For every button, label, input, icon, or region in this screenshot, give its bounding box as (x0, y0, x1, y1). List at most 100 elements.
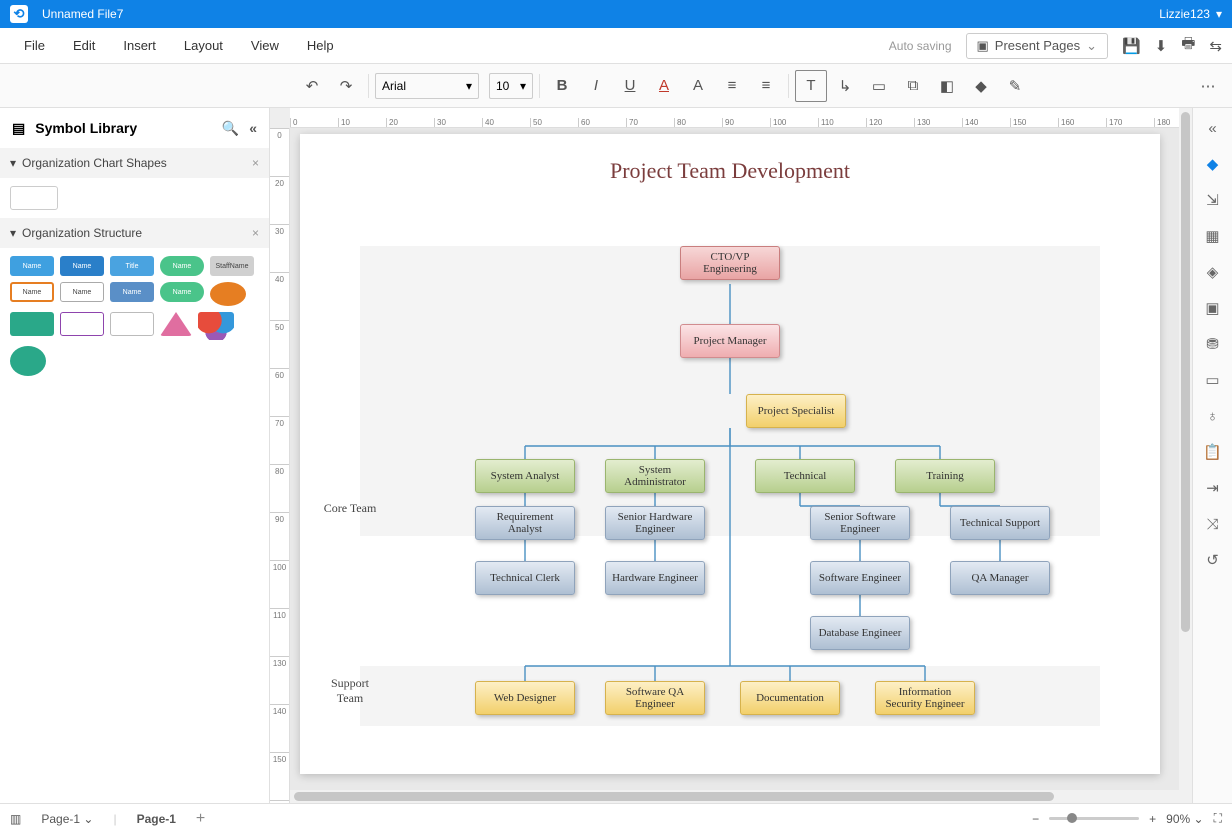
arrange-button[interactable]: ◧ (931, 70, 963, 102)
node-sr-hw[interactable]: Senior Hardware Engineer (605, 506, 705, 540)
shape-thumb[interactable]: Name (10, 282, 54, 302)
shape-thumb[interactable] (160, 312, 192, 336)
node-sys-admin[interactable]: System Administrator (605, 459, 705, 493)
image-panel-icon[interactable]: ▭ (1203, 370, 1223, 390)
node-cto[interactable]: CTO/VP Engineering (680, 246, 780, 280)
node-tech-support[interactable]: Technical Support (950, 506, 1050, 540)
node-sys-analyst[interactable]: System Analyst (475, 459, 575, 493)
zoom-out-button[interactable]: − (1032, 812, 1039, 826)
layers-panel-icon[interactable]: ◈ (1203, 262, 1223, 282)
page-dropdown[interactable]: Page-1 ⌄ (37, 810, 97, 828)
fill-button[interactable]: ◆ (965, 70, 997, 102)
node-tech-clerk[interactable]: Technical Clerk (475, 561, 575, 595)
zoom-in-button[interactable]: + (1149, 812, 1156, 826)
palette-section-org-structure[interactable]: ▾ Organization Structure × (0, 218, 269, 248)
node-sr-sw[interactable]: Senior Software Engineer (810, 506, 910, 540)
shuffle-panel-icon[interactable]: ⤨ (1203, 514, 1223, 534)
menu-view[interactable]: View (237, 38, 293, 53)
text-tool-button[interactable]: T (795, 70, 827, 102)
menu-layout[interactable]: Layout (170, 38, 237, 53)
arrange-panel-icon[interactable]: ⇥ (1203, 478, 1223, 498)
present-panel-icon[interactable]: ▣ (1203, 298, 1223, 318)
download-icon[interactable]: ⬇ (1155, 37, 1168, 55)
zoom-slider[interactable] (1049, 817, 1139, 820)
highlight-button[interactable]: A (682, 70, 714, 102)
export-panel-icon[interactable]: ⇲ (1203, 190, 1223, 210)
zoom-level[interactable]: 90% ⌄ (1166, 812, 1203, 826)
shape-thumb[interactable] (10, 186, 58, 210)
node-doc[interactable]: Documentation (740, 681, 840, 715)
shape-thumb[interactable]: Title (110, 256, 154, 276)
shape-thumb[interactable] (198, 312, 234, 340)
collapse-sidebar-icon[interactable]: « (249, 120, 257, 137)
redo-button[interactable]: ↷ (330, 70, 362, 102)
node-db-eng[interactable]: Database Engineer (810, 616, 910, 650)
print-icon[interactable]: 🖶 (1181, 33, 1195, 58)
font-color-button[interactable]: A (648, 70, 680, 102)
shape-thumb[interactable] (10, 346, 46, 376)
connector-button[interactable]: ↳ (829, 70, 861, 102)
node-req-analyst[interactable]: Requirement Analyst (475, 506, 575, 540)
shape-thumb[interactable]: Name (10, 256, 54, 276)
shape-thumb[interactable]: Name (160, 282, 204, 302)
node-hw-eng[interactable]: Hardware Engineer (605, 561, 705, 595)
italic-button[interactable]: I (580, 70, 612, 102)
more-options-button[interactable]: ⋯ (1192, 70, 1224, 102)
scrollbar-horizontal[interactable] (290, 790, 1179, 803)
node-qa-mgr[interactable]: QA Manager (950, 561, 1050, 595)
node-sw-eng[interactable]: Software Engineer (810, 561, 910, 595)
collapse-panel-icon[interactable]: « (1203, 118, 1223, 138)
group-button[interactable]: ⧉ (897, 70, 929, 102)
node-technical[interactable]: Technical (755, 459, 855, 493)
diagram-title[interactable]: Project Team Development (300, 134, 1160, 196)
bold-button[interactable]: B (546, 70, 578, 102)
close-icon[interactable]: × (252, 226, 259, 240)
fullscreen-button[interactable]: ⛶ (1214, 811, 1222, 826)
node-pm[interactable]: Project Manager (680, 324, 780, 358)
shape-thumb[interactable]: Name (110, 282, 154, 302)
user-menu[interactable]: Lizzie123 ▾ (1159, 7, 1222, 21)
font-family-select[interactable]: Arial▾ (375, 73, 479, 99)
palette-section-org-chart[interactable]: ▾ Organization Chart Shapes × (0, 148, 269, 178)
shape-thumb[interactable]: Name (60, 256, 104, 276)
align-center-button[interactable]: ≡ (750, 70, 782, 102)
shape-button[interactable]: ▭ (863, 70, 895, 102)
node-training[interactable]: Training (895, 459, 995, 493)
search-icon[interactable]: 🔍 (222, 120, 239, 137)
font-size-select[interactable]: 10▾ (489, 73, 533, 99)
shape-thumb[interactable]: Name (60, 282, 104, 302)
close-icon[interactable]: × (252, 156, 259, 170)
tree-panel-icon[interactable]: ♁ (1203, 406, 1223, 426)
clipboard-panel-icon[interactable]: 📋 (1203, 442, 1223, 462)
history-panel-icon[interactable]: ↺ (1203, 550, 1223, 570)
node-info-sec[interactable]: Information Security Engineer (875, 681, 975, 715)
share-icon[interactable]: ⇆ (1209, 37, 1222, 55)
data-panel-icon[interactable]: ⛃ (1203, 334, 1223, 354)
shape-thumb[interactable] (60, 312, 104, 336)
node-web-des[interactable]: Web Designer (475, 681, 575, 715)
menu-help[interactable]: Help (293, 38, 348, 53)
canvas-viewport[interactable]: Project Team Development Core Team Suppo… (290, 128, 1232, 803)
brush-button[interactable]: ✎ (999, 70, 1031, 102)
align-left-button[interactable]: ≡ (716, 70, 748, 102)
page-tab-current[interactable]: Page-1 (133, 810, 180, 828)
pages-menu-icon[interactable]: ▥ (10, 812, 21, 826)
shape-thumb[interactable] (110, 312, 154, 336)
node-sw-qa[interactable]: Software QA Engineer (605, 681, 705, 715)
grid-panel-icon[interactable]: ▦ (1203, 226, 1223, 246)
underline-button[interactable]: U (614, 70, 646, 102)
save-icon[interactable]: 💾 (1122, 37, 1141, 55)
shape-thumb[interactable]: StaffName (210, 256, 254, 276)
node-ps[interactable]: Project Specialist (746, 394, 846, 428)
shape-thumb[interactable]: Name (160, 256, 204, 276)
menu-edit[interactable]: Edit (59, 38, 109, 53)
scrollbar-vertical[interactable] (1179, 108, 1192, 803)
style-panel-icon[interactable]: ◆ (1203, 154, 1223, 174)
shape-thumb[interactable] (10, 312, 54, 336)
undo-button[interactable]: ↶ (296, 70, 328, 102)
present-pages-button[interactable]: ▣ Present Pages ⌄ (966, 33, 1108, 59)
menu-insert[interactable]: Insert (109, 38, 170, 53)
menu-file[interactable]: File (10, 38, 59, 53)
shape-thumb[interactable] (210, 282, 246, 306)
add-page-button[interactable]: + (196, 810, 205, 828)
